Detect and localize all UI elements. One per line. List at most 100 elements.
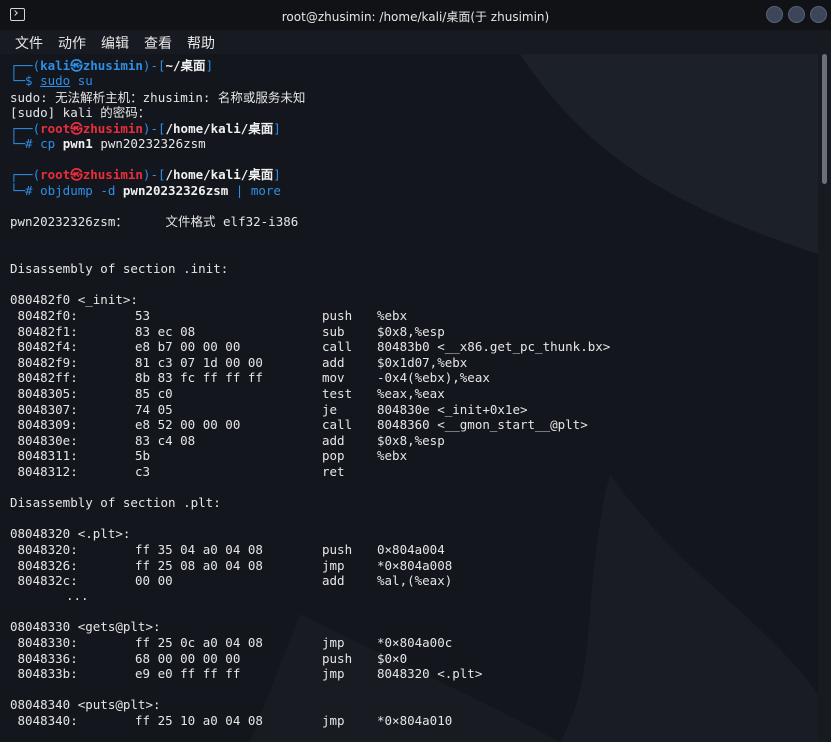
asm-addr: 8048340:	[10, 713, 78, 728]
asm-addr: 8048305:	[10, 386, 78, 401]
asm-args: *0×804a010	[377, 713, 453, 728]
asm-op: call	[322, 417, 353, 433]
asm-args: %ebx	[377, 308, 408, 323]
asm-op: push	[322, 650, 353, 666]
asm-op: call	[322, 339, 353, 355]
asm-args: -0x4(%ebx),%eax	[377, 370, 490, 386]
asm-addr: 8048312:	[10, 464, 78, 479]
asm-args: *0×804a00c	[377, 635, 453, 650]
asm-addr: 80482f4:	[10, 339, 78, 355]
asm-bytes: e9 e0 ff ff ff	[135, 666, 241, 682]
asm-args: $0×0	[377, 650, 408, 666]
asm-addr: 8048309:	[10, 417, 78, 433]
section-header-init: Disassembly of section .init:	[10, 261, 229, 276]
asm-op: add	[322, 573, 345, 589]
asm-bytes: e8 b7 00 00 00	[135, 339, 241, 355]
asm-op: push	[322, 542, 353, 557]
section-header-plt: Disassembly of section .plt:	[10, 495, 221, 510]
title-bar[interactable]: root@zhusimin: /home/kali/桌面(于 zhusimin)	[0, 0, 831, 30]
asm-op: test	[322, 386, 353, 401]
asm-bytes: ff 35 04 a0 04 08	[135, 542, 263, 557]
asm-op: pop	[322, 448, 345, 464]
scrollbar-thumb[interactable]	[822, 54, 827, 184]
minimize-icon[interactable]	[766, 6, 783, 23]
asm-args: $0x1d07,%ebx	[377, 354, 468, 370]
asm-bytes: 83 c4 08	[135, 432, 196, 448]
asm-op: je	[322, 401, 338, 417]
asm-bytes: 8b 83 fc ff ff ff	[135, 370, 263, 386]
asm-addr: 8048320:	[10, 542, 78, 557]
file-format-line: pwn20232326zsm： 文件格式 elf32-i386	[10, 214, 299, 229]
asm-bytes: 00 00	[135, 573, 173, 589]
window-title: root@zhusimin: /home/kali/桌面(于 zhusimin)	[281, 10, 550, 24]
asm-addr: 8048307:	[10, 401, 78, 417]
asm-bytes: 83 ec 08	[135, 323, 196, 339]
output-line-error: sudo: 无法解析主机：zhusimin: 名称或服务未知	[10, 90, 306, 105]
asm-bytes: 81 c3 07 1d 00 00	[135, 354, 263, 370]
asm-addr: 804833b:	[10, 666, 78, 682]
asm-bytes: ff 25 10 a0 04 08	[135, 713, 263, 728]
menu-bar: 文件 动作 编辑 查看 帮助	[0, 30, 831, 54]
asm-bytes: 68 00 00 00 00	[135, 650, 241, 666]
asm-addr: 804830e:	[10, 432, 78, 448]
asm-args: 0×804a004	[377, 542, 445, 557]
command-line-1: └─$ sudo su	[10, 73, 93, 88]
asm-op: add	[322, 354, 345, 370]
prompt-line-2: ┌──(root㉿zhusimin)-[/home/kali/桌面]	[10, 121, 281, 136]
maximize-icon[interactable]	[788, 6, 805, 23]
output-line-password: [sudo] kali 的密码：	[10, 105, 151, 120]
asm-addr: 80482f0:	[10, 308, 78, 323]
command-line-2: └─# cp pwn1 pwn20232326zsm	[10, 136, 206, 151]
asm-args: %al,(%eax)	[377, 573, 453, 589]
asm-op: mov	[322, 370, 345, 386]
asm-op: push	[322, 308, 353, 323]
prompt-line-3: ┌──(root㉿zhusimin)-[/home/kali/桌面]	[10, 167, 281, 182]
asm-addr: 8048311:	[10, 448, 78, 464]
menu-edit[interactable]: 编辑	[101, 33, 129, 53]
asm-args: 804830e <_init+0x1e>	[377, 401, 528, 417]
asm-args: $0x8,%esp	[377, 323, 445, 339]
terminal-output[interactable]: ┌──(kali㉿zhusimin)-[~/桌面] └─$ sudo su su…	[0, 54, 818, 742]
asm-addr: 80482ff:	[10, 370, 78, 386]
asm-bytes: c3	[135, 464, 151, 479]
asm-args: 80483b0 <__x86.get_pc_thunk.bx>	[377, 339, 611, 355]
scrollbar[interactable]	[818, 54, 831, 742]
asm-addr: 8048336:	[10, 650, 78, 666]
asm-addr: 80482f1:	[10, 323, 78, 339]
asm-addr: 8048330:	[10, 635, 78, 650]
asm-args: 8048360 <__gmon_start__@plt>	[377, 417, 588, 433]
prompt-line-1: ┌──(kali㉿zhusimin)-[~/桌面]	[10, 58, 214, 73]
ellipsis-line: ...	[66, 588, 89, 603]
asm-bytes: 85 c0	[135, 386, 173, 401]
menu-view[interactable]: 查看	[144, 33, 172, 53]
asm-bytes: ff 25 08 a0 04 08	[135, 557, 263, 573]
symbol-label-puts: 08048340 <puts@plt>:	[10, 697, 161, 712]
asm-bytes: e8 52 00 00 00	[135, 417, 241, 433]
asm-op: jmp	[322, 713, 345, 728]
asm-op: jmp	[322, 666, 345, 682]
terminal-window: root@zhusimin: /home/kali/桌面(于 zhusimin)…	[0, 0, 831, 742]
asm-op: jmp	[322, 635, 345, 650]
close-icon[interactable]	[810, 6, 827, 23]
asm-args: $0x8,%esp	[377, 432, 445, 448]
asm-bytes: 74 05	[135, 401, 173, 417]
asm-addr: 804832c:	[10, 573, 78, 589]
asm-bytes: ff 25 0c a0 04 08	[135, 635, 263, 650]
symbol-label-init: 080482f0 <_init>:	[10, 292, 138, 307]
menu-actions[interactable]: 动作	[58, 33, 86, 53]
asm-args: %ebx	[377, 448, 408, 464]
symbol-label-gets: 08048330 <gets@plt>:	[10, 619, 161, 634]
asm-args: %eax,%eax	[377, 386, 445, 401]
asm-args: 8048320 <.plt>	[377, 666, 483, 682]
asm-bytes: 5b	[135, 448, 151, 464]
asm-op: add	[322, 432, 345, 448]
symbol-label-plt: 08048320 <.plt>:	[10, 526, 131, 541]
asm-addr: 8048326:	[10, 557, 78, 573]
command-line-3: └─# objdump -d pwn20232326zsm | more	[10, 183, 281, 198]
asm-op: jmp	[322, 557, 345, 573]
asm-bytes: 53	[135, 308, 151, 323]
asm-op: ret	[322, 464, 345, 479]
menu-file[interactable]: 文件	[15, 33, 43, 53]
asm-op: sub	[322, 323, 345, 339]
menu-help[interactable]: 帮助	[187, 33, 215, 53]
